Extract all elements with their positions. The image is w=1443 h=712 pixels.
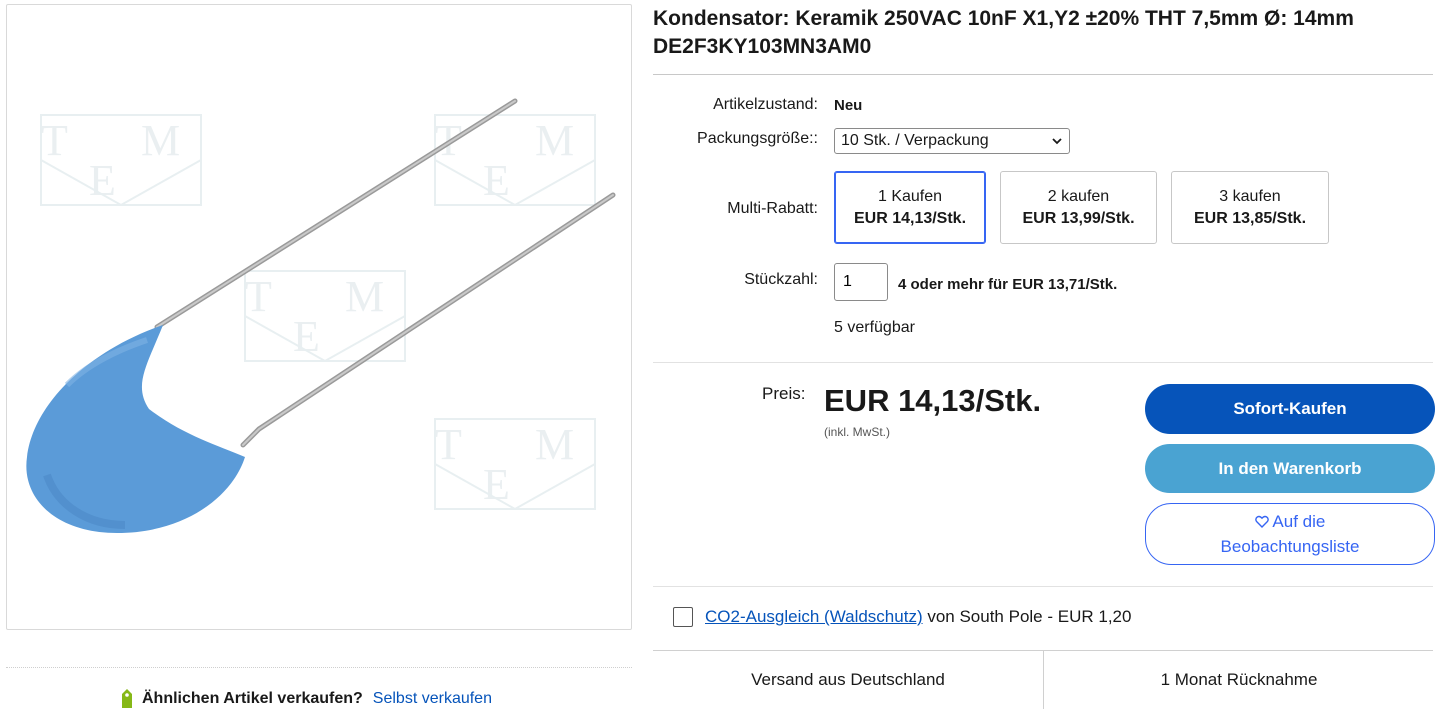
condition-value: Neu [834,97,863,114]
pack-size-value: 10 Stk. / Verpackung [841,132,989,149]
quantity-label: Stückzahl: [744,271,818,288]
multi-discount-option-2[interactable]: 2 kaufen EUR 13,99/Stk. [1000,171,1157,244]
co2-link[interactable]: CO2-Ausgleich (Waldschutz) [705,607,923,626]
watchlist-line1-wrap: Auf die [1254,509,1326,534]
svg-text:T: T [435,420,462,469]
sell-link[interactable]: Selbst verkaufen [373,690,492,708]
chevron-down-icon [1052,138,1062,145]
multi-discount-option-1[interactable]: 1 Kaufen EUR 14,13/Stk. [834,171,986,244]
svg-text:M: M [141,116,180,165]
co2-text-wrap: CO2-Ausgleich (Waldschutz) von South Pol… [705,607,1131,627]
divider [653,586,1433,587]
svg-text:E: E [293,312,320,361]
co2-checkbox[interactable] [673,607,693,627]
multi-discount-label: Multi-Rabatt: [727,200,818,217]
quantity-offer: 4 oder mehr für EUR 13,71/Stk. [898,276,1118,293]
pack-size-label: Packungsgröße:: [697,130,818,147]
available-count: 5 verfügbar [834,319,915,336]
sell-question: Ähnlichen Artikel verkaufen? [142,690,363,707]
multi-discount-option-3[interactable]: 3 kaufen EUR 13,85/Stk. [1171,171,1329,244]
svg-text:T: T [41,116,68,165]
price-label: Preis: [762,384,806,403]
divider [6,667,632,668]
condition-label: Artikelzustand: [713,96,818,113]
divider [653,362,1433,363]
heart-icon [1254,515,1269,528]
quantity-input[interactable] [834,263,888,301]
svg-text:M: M [345,272,384,321]
buy-now-button[interactable]: Sofort-Kaufen [1145,384,1435,434]
add-to-cart-button[interactable]: In den Warenkorb [1145,444,1435,493]
tag-icon [122,689,132,708]
svg-text:E: E [483,156,510,205]
divider [653,74,1433,75]
shipping-info: Versand aus Deutschland [751,670,945,689]
option-qty: 1 Kaufen [877,187,943,205]
option-qty: 3 kaufen [1219,187,1281,205]
co2-offset-row: CO2-Ausgleich (Waldschutz) von South Pol… [673,607,1131,627]
svg-text:M: M [535,420,574,469]
svg-text:T: T [245,272,272,321]
option-price: EUR 14,13/Stk. [853,209,967,227]
capacitor-image: T E M T E M T E M T E M [26,98,616,533]
option-qty: 2 kaufen [1047,187,1110,205]
option-price: EUR 13,99/Stk. [1022,209,1135,227]
watchlist-line2: Beobachtungsliste [1220,537,1360,556]
option-price: EUR 13,85/Stk. [1193,209,1307,227]
watchlist-line1: Auf die [1272,512,1326,531]
svg-text:E: E [483,460,510,509]
pack-size-select[interactable]: 10 Stk. / Verpackung [834,128,1070,154]
watchlist-button[interactable]: Auf die Beobachtungsliste [1145,503,1435,565]
svg-text:E: E [89,156,116,205]
returns-info: 1 Monat Rücknahme [1160,670,1318,689]
co2-text: von South Pole - EUR 1,20 [922,607,1132,626]
price-value: EUR 14,13/Stk. [824,383,1042,418]
svg-text:M: M [535,116,574,165]
page-title: Kondensator: Keramik 250VAC 10nF X1,Y2 ±… [653,7,1354,58]
sell-similar: Ähnlichen Artikel verkaufen? Selbst verk… [118,688,492,710]
product-image[interactable]: T E M T E M T E M T E M [6,4,632,630]
price-note: (inkl. MwSt.) [824,425,890,439]
